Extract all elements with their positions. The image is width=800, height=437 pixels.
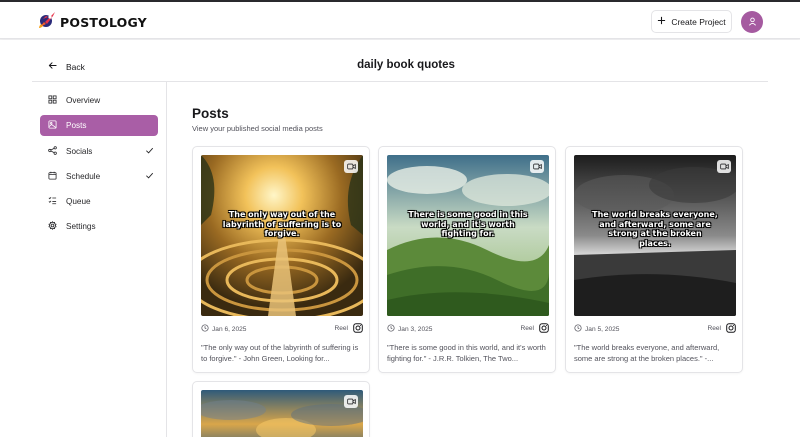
video-icon [344,395,358,408]
rocket-icon [37,10,57,35]
app-logo[interactable]: POSTOLOGY [37,10,147,35]
list-icon [48,196,57,207]
post-overlay-text: The world breaks everyone, and afterward… [592,210,718,248]
post-thumbnail[interactable]: There is some good in this world, and it… [387,155,549,316]
post-date: Jan 6, 2025 [201,324,246,334]
post-type: Reel [334,325,348,332]
instagram-icon[interactable] [726,323,736,335]
grid-icon [48,95,57,106]
sidebar-item-socials[interactable]: Socials [40,141,158,162]
video-icon [717,160,731,173]
post-thumbnail[interactable]: The world breaks everyone, and afterward… [574,155,736,316]
sidebar-item-overview[interactable]: Overview [40,90,158,111]
posts-heading: Posts [192,106,229,121]
sidebar-divider [166,82,167,437]
instagram-icon[interactable] [539,323,549,335]
sidebar-item-label: Posts [66,121,87,131]
clock-icon [387,324,395,334]
post-meta: Jan 5, 2025 Reel [574,323,736,335]
sidebar-item-label: Queue [66,197,91,207]
post-card[interactable]: The only way out of the labyrinth of suf… [192,146,370,373]
project-workspace: Back daily book quotes Overview Posts So… [0,40,800,437]
check-icon [145,146,154,157]
post-card[interactable]: There is some good in this world, and it… [378,146,556,373]
create-project-label: Create Project [671,16,726,27]
create-project-button[interactable]: Create Project [651,10,732,33]
post-date: Jan 3, 2025 [387,324,432,334]
user-icon [748,13,757,31]
project-title: daily book quotes [357,59,455,71]
sidebar-item-queue[interactable]: Queue [40,191,158,212]
header-divider [32,81,768,82]
posts-subheading: View your published social media posts [192,124,323,133]
post-date-text: Jan 3, 2025 [398,325,433,333]
post-date-text: Jan 6, 2025 [212,325,247,333]
share-icon [48,145,57,157]
plus-icon [657,16,666,27]
post-overlay-text: There is some good in this world, and it… [408,210,528,238]
image-icon [48,120,57,131]
post-thumbnail[interactable] [201,390,363,437]
video-icon [344,160,358,173]
post-type: Reel [707,325,721,332]
gear-icon [48,221,57,232]
clock-icon [574,324,582,334]
post-card[interactable] [192,381,370,437]
sidebar-item-label: Socials [66,146,93,156]
sidebar-item-schedule[interactable]: Schedule [40,166,158,187]
post-date: Jan 5, 2025 [574,324,619,334]
clock-icon [201,324,209,334]
app-name: POSTOLOGY [60,15,147,30]
post-caption: "There is some good in this world, and i… [387,343,546,363]
sidebar-nav: Overview Posts Socials Schedule Queue Se… [40,90,158,242]
post-meta: Jan 6, 2025 Reel [201,323,363,335]
post-card[interactable]: The world breaks everyone, and afterward… [565,146,743,373]
user-avatar[interactable] [741,11,763,33]
post-meta: Jan 3, 2025 Reel [387,323,549,335]
sidebar-item-label: Settings [66,222,96,232]
sidebar-item-settings[interactable]: Settings [40,216,158,237]
check-icon [145,171,154,182]
post-caption: "The world breaks everyone, and afterwar… [574,343,720,363]
post-overlay-text: The only way out of the labyrinth of suf… [222,210,342,238]
sidebar-item-label: Schedule [66,171,101,181]
post-thumbnail[interactable]: The only way out of the labyrinth of suf… [201,155,363,316]
calendar-icon [48,171,57,182]
instagram-icon[interactable] [353,323,363,335]
app-header: POSTOLOGY Create Project [0,2,800,39]
post-caption: "The only way out of the labyrinth of su… [201,343,359,363]
sidebar-item-label: Overview [66,96,101,105]
video-icon [530,160,544,173]
sidebar-item-posts[interactable]: Posts [40,115,158,137]
post-type: Reel [520,325,534,332]
post-date-text: Jan 5, 2025 [585,325,620,333]
